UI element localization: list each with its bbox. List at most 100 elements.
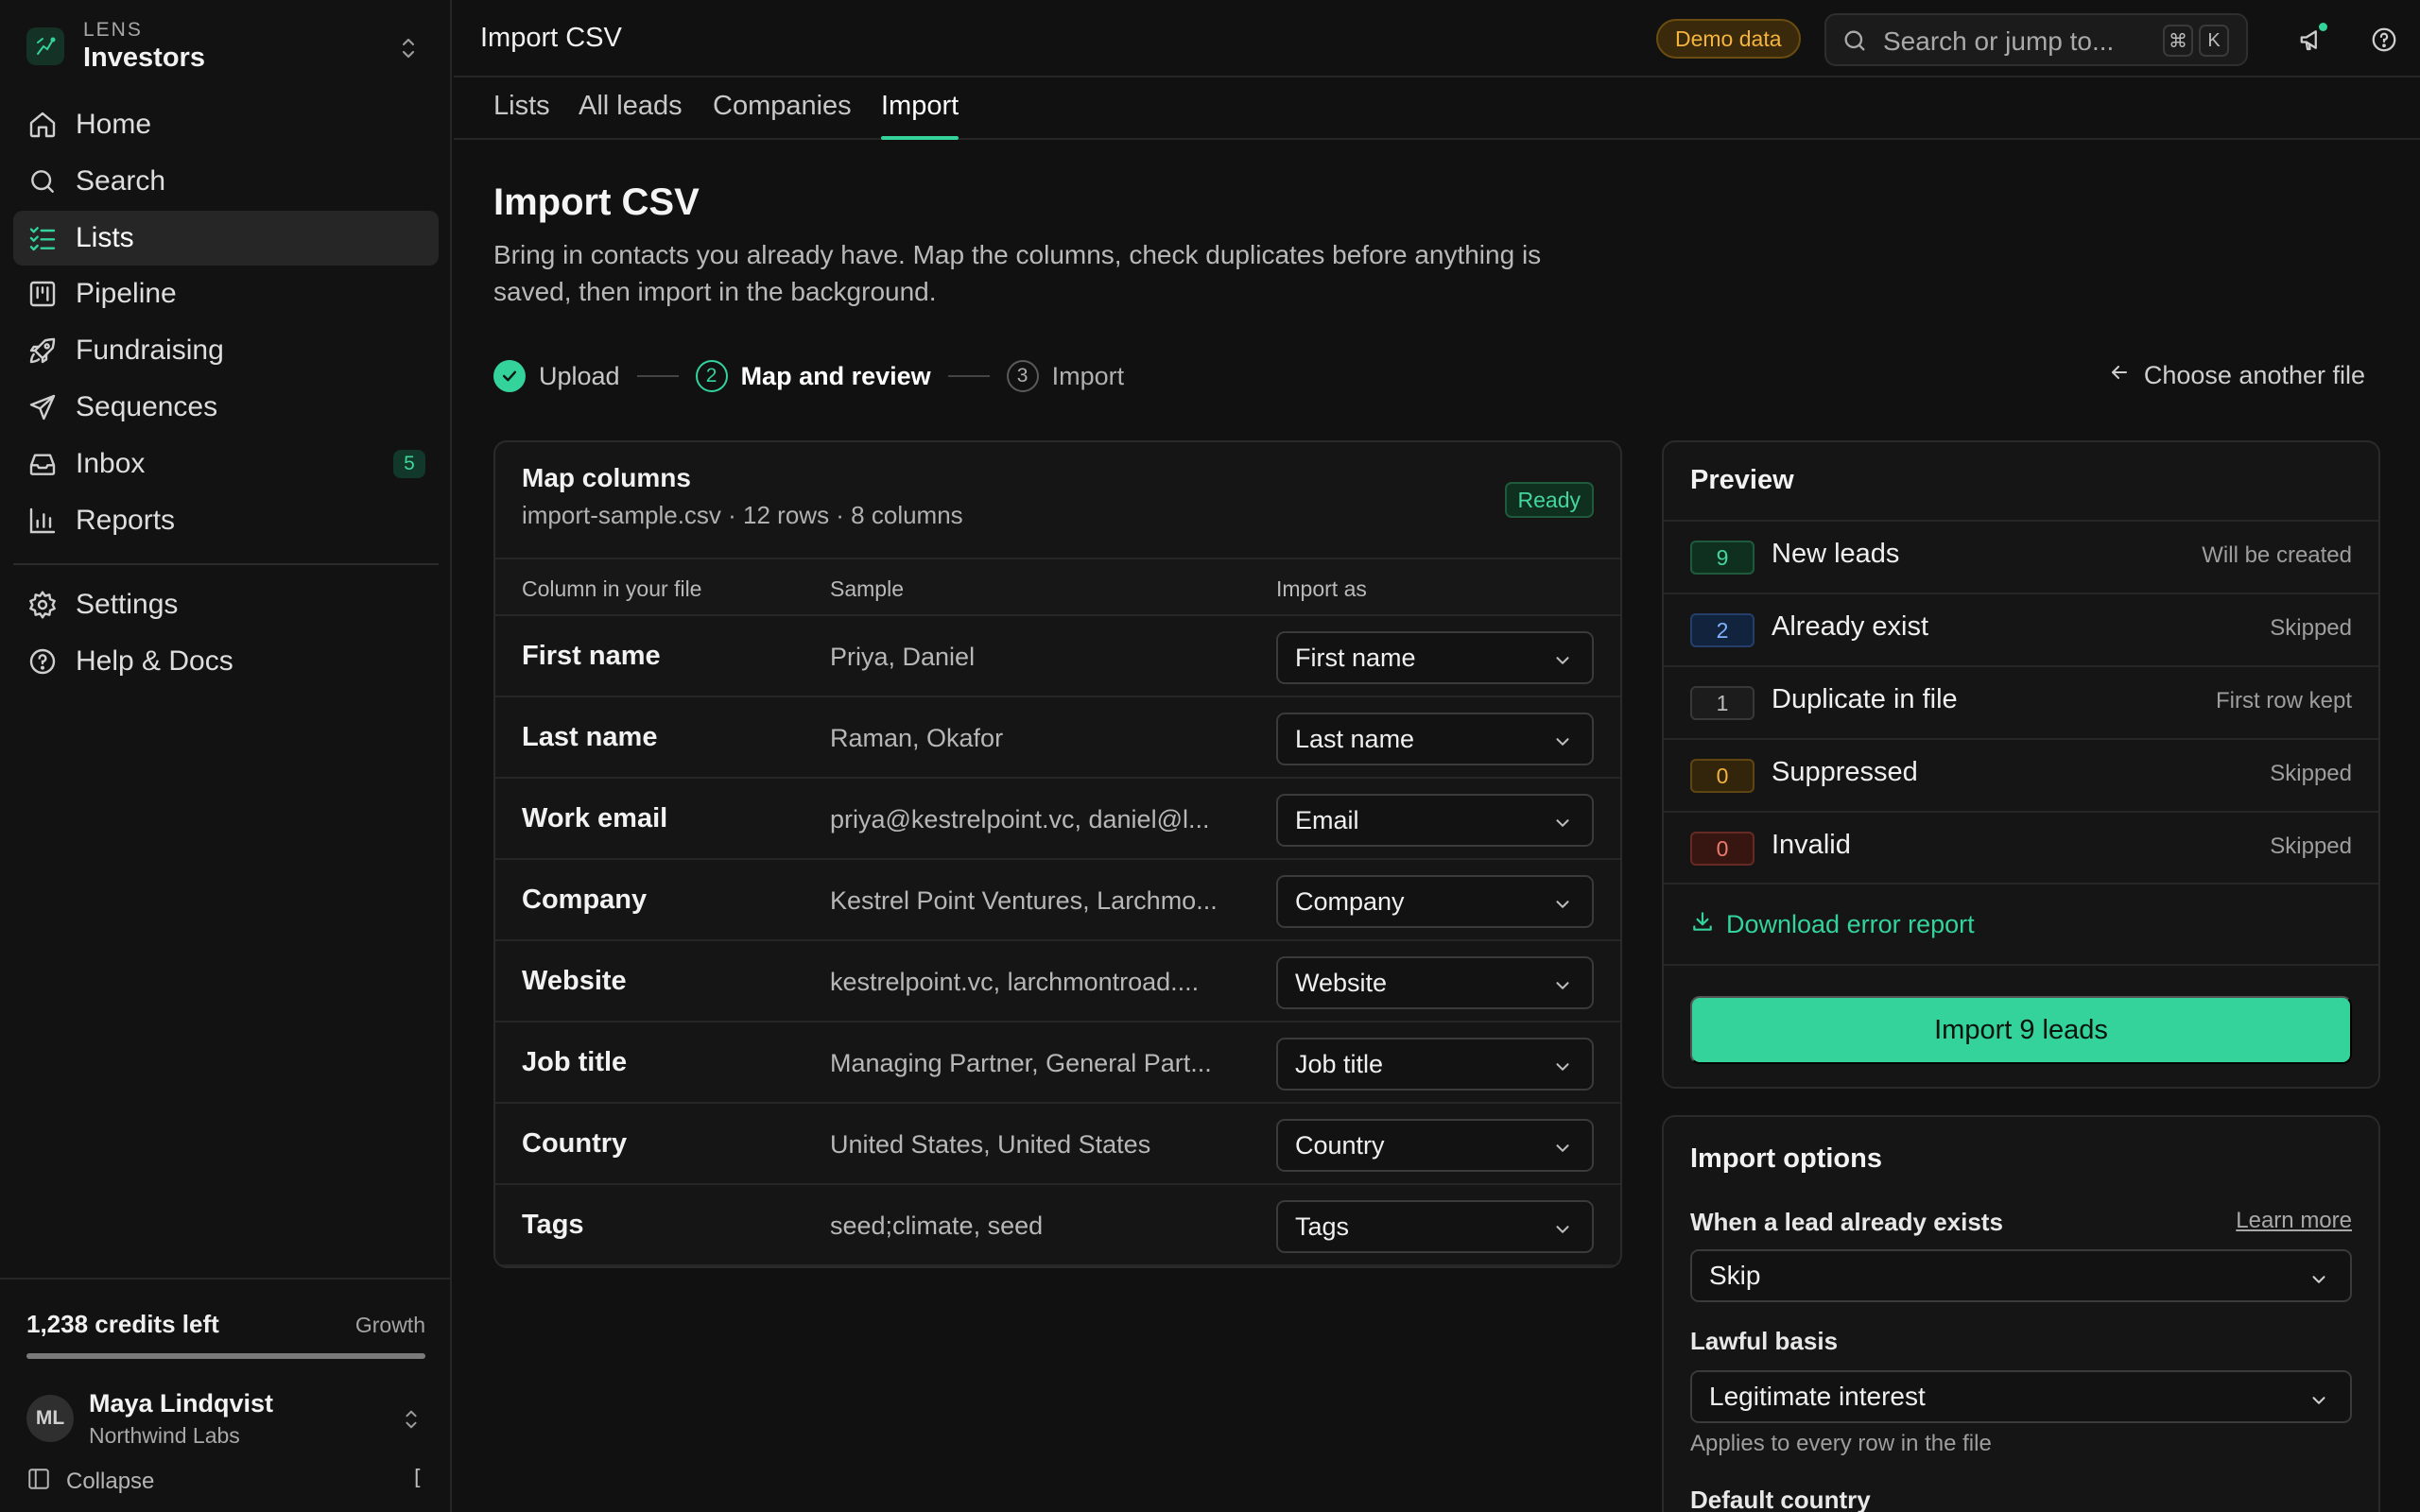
nav-item-label: Lists bbox=[76, 221, 134, 253]
app-root: LENS Investors Home Search Lists Pipelin… bbox=[0, 0, 2420, 1512]
workspace-switcher[interactable]: LENS Investors bbox=[26, 15, 433, 77]
chevrons-up-down-icon bbox=[397, 34, 420, 62]
nav-item-inbox[interactable]: Inbox 5 bbox=[13, 437, 439, 491]
preview-label: Invalid bbox=[1772, 830, 1851, 860]
collapse-label: Collapse bbox=[66, 1469, 155, 1494]
import-as-select[interactable]: First name bbox=[1276, 631, 1594, 684]
import-as-select[interactable]: Country bbox=[1276, 1119, 1594, 1172]
download-icon bbox=[1690, 909, 1715, 940]
chevron-down-icon bbox=[1552, 973, 1573, 1003]
chevron-down-icon bbox=[2308, 1266, 2329, 1297]
import-as-select[interactable]: Company bbox=[1276, 875, 1594, 928]
choose-another-file-label: Choose another file bbox=[2143, 361, 2365, 389]
preview-label: Suppressed bbox=[1772, 757, 1918, 787]
download-error-report-link[interactable]: Download error report bbox=[1690, 909, 1975, 940]
collapse-shortcut: [ bbox=[410, 1467, 424, 1490]
preview-status: Will be created bbox=[2202, 542, 2352, 568]
nav-item-pipeline[interactable]: Pipeline bbox=[13, 266, 439, 321]
nav-item-help[interactable]: Help & Docs bbox=[13, 634, 439, 689]
nav-item-label: Inbox bbox=[76, 447, 146, 479]
user-menu[interactable]: ML Maya Lindqvist Northwind Labs bbox=[26, 1383, 425, 1455]
nav-item-label: Sequences bbox=[76, 390, 218, 422]
download-error-report-label: Download error report bbox=[1726, 910, 1975, 938]
import-as-value: Website bbox=[1295, 968, 1388, 997]
existing-lead-label: When a lead already exists bbox=[1690, 1208, 2003, 1236]
step-import: Import bbox=[1051, 361, 1125, 390]
chevron-down-icon bbox=[1552, 892, 1573, 921]
file-column-name: Country bbox=[522, 1128, 628, 1159]
preview-label: Duplicate in file bbox=[1772, 684, 1958, 714]
user-org: Northwind Labs bbox=[89, 1423, 240, 1448]
table-row: Tags seed;climate, seed Tags bbox=[495, 1185, 1620, 1266]
nav-item-sequences[interactable]: Sequences bbox=[13, 380, 439, 435]
step-connector bbox=[947, 375, 990, 377]
collapse-sidebar-button[interactable]: Collapse [ bbox=[26, 1465, 425, 1499]
file-summary: import-sample.csv · 12 rows · 8 columns bbox=[522, 501, 963, 529]
nav-item-label: Home bbox=[76, 109, 152, 140]
import-as-value: Last name bbox=[1295, 724, 1415, 753]
nav-item-home[interactable]: Home bbox=[13, 97, 439, 152]
table-row: Job title Managing Partner, General Part.… bbox=[495, 1022, 1620, 1104]
learn-more-link[interactable]: Learn more bbox=[2236, 1208, 2352, 1234]
chevron-down-icon bbox=[1552, 730, 1573, 759]
help-button[interactable] bbox=[2365, 21, 2403, 59]
import-as-select[interactable]: Email bbox=[1276, 794, 1594, 847]
help-circle-icon bbox=[2372, 27, 2396, 52]
file-column-name: Company bbox=[522, 885, 648, 915]
global-search[interactable]: Search or jump to... ⌘ K bbox=[1824, 13, 2248, 66]
tab-companies[interactable]: Companies bbox=[713, 91, 852, 140]
nav-item-lists[interactable]: Lists bbox=[13, 210, 439, 266]
sample-values: seed;climate, seed bbox=[830, 1211, 1044, 1240]
avatar: ML bbox=[26, 1395, 74, 1442]
tab-lists[interactable]: Lists bbox=[493, 91, 550, 140]
credits-remaining: 1,238 credits left bbox=[26, 1310, 219, 1338]
sidebar: LENS Investors Home Search Lists Pipelin… bbox=[0, 0, 452, 1512]
send-icon bbox=[26, 391, 59, 423]
table-row: Work email priya@kestrelpoint.vc, daniel@… bbox=[495, 779, 1620, 860]
announcements-button[interactable] bbox=[2293, 21, 2331, 59]
file-column-name: Work email bbox=[522, 803, 668, 833]
tab-import[interactable]: Import bbox=[881, 91, 959, 140]
import-leads-button[interactable]: Import 9 leads bbox=[1690, 996, 2352, 1064]
map-table-header: Column in your file Sample Import as bbox=[495, 558, 1620, 616]
import-as-select[interactable]: Job title bbox=[1276, 1038, 1594, 1091]
nav-item-fundraising[interactable]: Fundraising bbox=[13, 323, 439, 378]
notification-dot bbox=[2319, 23, 2327, 31]
inbox-icon bbox=[26, 448, 59, 480]
nav-item-label: Pipeline bbox=[76, 278, 177, 310]
file-column-name: First name bbox=[522, 641, 661, 671]
tab-all-leads[interactable]: All leads bbox=[579, 91, 683, 140]
column-header-file-column: Column in your file bbox=[522, 576, 702, 601]
step-upload: Upload bbox=[539, 361, 620, 390]
preview-status: Skipped bbox=[2270, 615, 2352, 641]
choose-another-file-button[interactable]: Choose another file bbox=[2108, 361, 2365, 390]
preview-title: Preview bbox=[1690, 465, 1794, 495]
sample-values: Priya, Daniel bbox=[830, 643, 976, 671]
import-as-select[interactable]: Tags bbox=[1276, 1200, 1594, 1253]
import-as-select[interactable]: Last name bbox=[1276, 713, 1594, 765]
map-columns-card: Map columns import-sample.csv · 12 rows … bbox=[493, 440, 1622, 1268]
chevron-down-icon bbox=[1552, 1217, 1573, 1246]
step-connector bbox=[636, 375, 679, 377]
page-description: Bring in contacts you already have. Map … bbox=[493, 240, 1542, 306]
secondary-nav: Settings Help & Docs bbox=[13, 577, 439, 691]
demo-data-badge: Demo data bbox=[1656, 19, 1801, 59]
plan-name: Growth bbox=[354, 1313, 425, 1337]
count-badge: 1 bbox=[1690, 686, 1754, 720]
chevrons-up-down-icon bbox=[401, 1406, 422, 1437]
existing-lead-select[interactable]: Skip bbox=[1690, 1249, 2352, 1302]
lawful-basis-select[interactable]: Legitimate interest bbox=[1690, 1370, 2352, 1423]
column-header-sample: Sample bbox=[830, 576, 904, 601]
table-row: First name Priya, Daniel First name bbox=[495, 616, 1620, 697]
nav-item-search[interactable]: Search bbox=[13, 154, 439, 209]
nav-item-settings[interactable]: Settings bbox=[13, 577, 439, 632]
count-badge: 0 bbox=[1690, 832, 1754, 866]
status-badge: Ready bbox=[1504, 482, 1594, 518]
import-as-value: Tags bbox=[1295, 1211, 1350, 1241]
count-badge: 9 bbox=[1690, 541, 1754, 575]
import-as-select[interactable]: Website bbox=[1276, 956, 1594, 1009]
nav-item-reports[interactable]: Reports bbox=[13, 493, 439, 548]
file-column-name: Website bbox=[522, 966, 627, 996]
download-error-report-row: Download error report bbox=[1664, 883, 2378, 966]
import-as-value: Job title bbox=[1295, 1049, 1384, 1078]
